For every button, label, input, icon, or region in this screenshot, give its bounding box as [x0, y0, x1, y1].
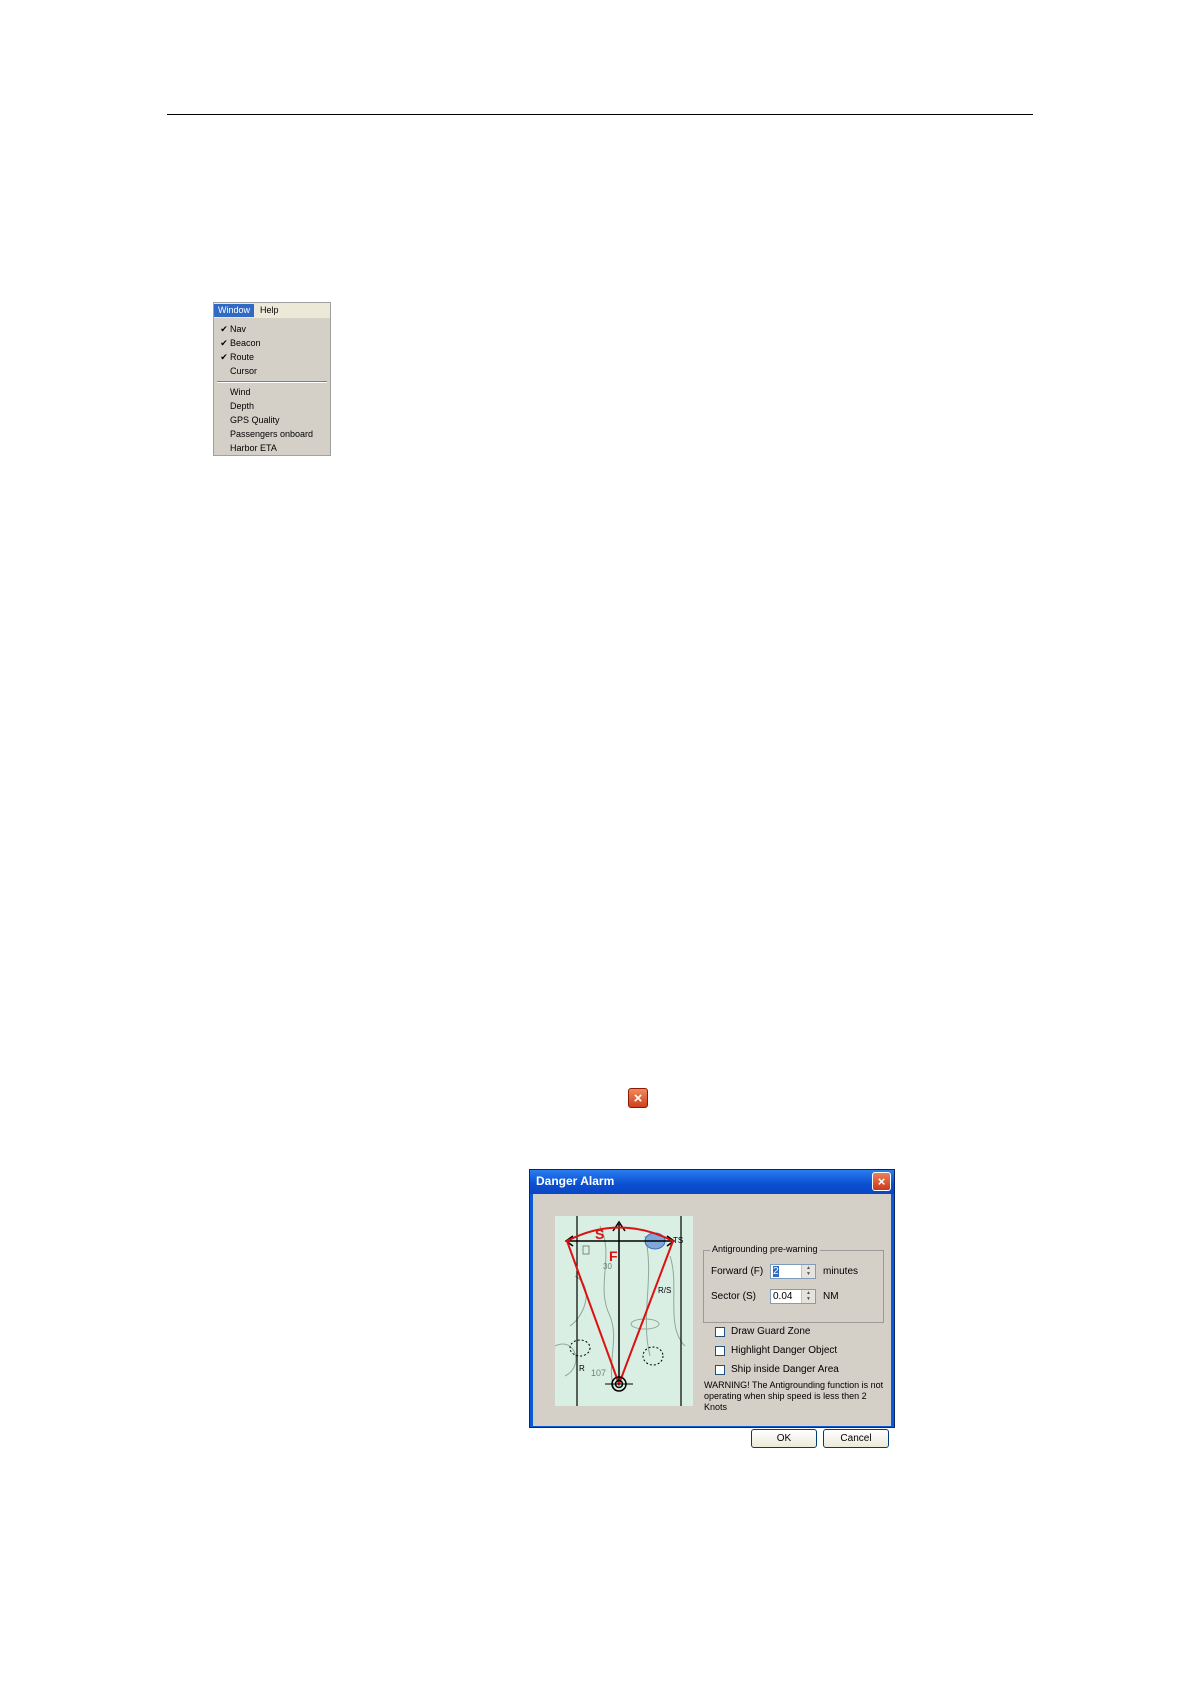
dialog-close-button[interactable]: ×: [872, 1172, 891, 1191]
antigrounding-group: Antigrounding pre-warning: [703, 1244, 884, 1323]
menu-separator: [217, 381, 327, 383]
forward-value: 2: [773, 1266, 779, 1277]
menu-help[interactable]: Help: [256, 304, 283, 317]
checkbox-box[interactable]: [715, 1327, 725, 1337]
cancel-button[interactable]: Cancel: [823, 1429, 889, 1448]
forward-label: Forward (F): [711, 1266, 764, 1277]
sector-value: 0.04: [773, 1291, 793, 1302]
map-depth-107: 107: [591, 1368, 607, 1378]
window-menu-screenshot: Window Help ✔ Nav ✔ Beacon ✔ Route Curso…: [213, 302, 331, 456]
menu-item-cursor[interactable]: Cursor: [214, 365, 330, 378]
ok-button[interactable]: OK: [751, 1429, 817, 1448]
menu-item-passengers-onboard[interactable]: Passengers onboard: [214, 428, 330, 441]
map-label-s: S: [595, 1226, 605, 1242]
header-rule: [167, 114, 1033, 115]
sector-unit: NM: [823, 1291, 839, 1302]
menu-item-route[interactable]: ✔ Route: [214, 351, 330, 364]
dialog-client-area: S F TS 30 107 R R/S Antigrounding pre-wa…: [533, 1194, 891, 1448]
forward-unit: minutes: [823, 1266, 859, 1277]
stepper-arrows-icon[interactable]: ▲ ▼: [801, 1265, 815, 1278]
ship-inside-danger-area-checkbox[interactable]: Ship inside Danger Area: [715, 1364, 895, 1377]
window-dropdown: ✔ Nav ✔ Beacon ✔ Route Cursor Wind Depth…: [214, 319, 330, 455]
menu-item-gps-quality[interactable]: GPS Quality: [214, 414, 330, 427]
forward-stepper[interactable]: 2 ▲ ▼: [770, 1264, 816, 1279]
warning-text: WARNING! The Antigrounding function is n…: [704, 1380, 884, 1412]
dialog-titlebar[interactable]: Danger Alarm ×: [530, 1170, 894, 1194]
map-mark-rs: R/S: [658, 1286, 672, 1295]
checkbox-box[interactable]: [715, 1346, 725, 1356]
danger-alarm-dialog: Danger Alarm × S F TS 30 107 R R/S Antig…: [529, 1169, 895, 1448]
sector-stepper[interactable]: 0.04 ▲ ▼: [770, 1289, 816, 1304]
menu-item-beacon[interactable]: ✔ Beacon: [214, 337, 330, 350]
checkbox-box[interactable]: [715, 1365, 725, 1375]
dialog-title: Danger Alarm: [536, 1174, 615, 1188]
menu-item-harbor-eta[interactable]: Harbor ETA: [214, 442, 330, 455]
sector-label: Sector (S): [711, 1291, 757, 1302]
map-label-ts: TS: [673, 1236, 684, 1245]
check-icon: ✔: [220, 324, 228, 334]
stepper-arrows-icon[interactable]: ▲ ▼: [801, 1290, 815, 1303]
check-icon: ✔: [220, 338, 228, 348]
menu-bar: Window Help: [214, 303, 330, 318]
menu-item-depth[interactable]: Depth: [214, 400, 330, 413]
map-mark-r: R: [579, 1364, 585, 1373]
menu-item-wind[interactable]: Wind: [214, 386, 330, 399]
menu-item-nav[interactable]: ✔ Nav: [214, 323, 330, 336]
draw-guard-zone-checkbox[interactable]: Draw Guard Zone: [715, 1326, 895, 1339]
check-icon: ✔: [220, 352, 228, 362]
guard-zone-illustration: S F TS 30 107 R R/S: [555, 1216, 693, 1406]
close-icon: ×: [628, 1088, 648, 1108]
highlight-danger-object-checkbox[interactable]: Highlight Danger Object: [715, 1345, 895, 1358]
group-title: Antigrounding pre-warning: [710, 1244, 820, 1254]
map-depth-30: 30: [603, 1262, 612, 1271]
menu-window[interactable]: Window: [214, 304, 255, 317]
